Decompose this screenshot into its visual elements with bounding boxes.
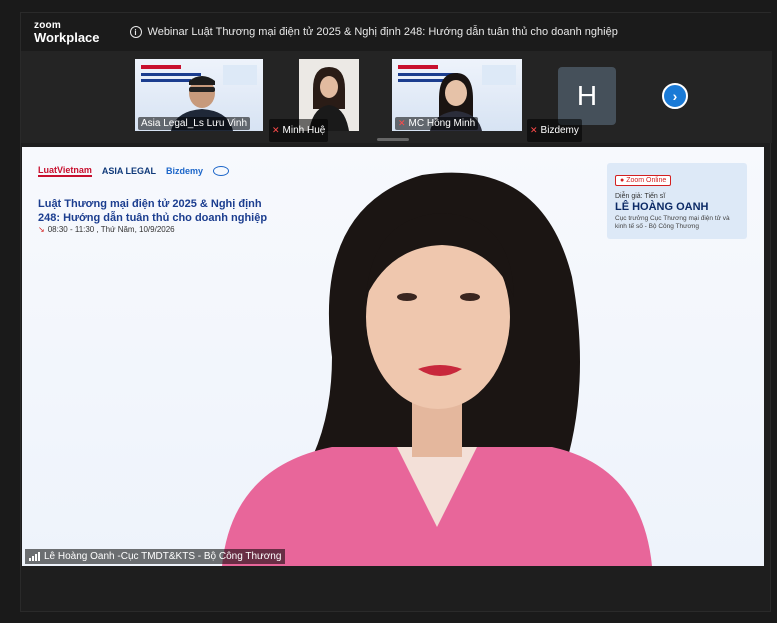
participant-name-text: Minh Huệ	[282, 125, 326, 136]
strip-resize-handle[interactable]	[377, 138, 409, 141]
next-page-button[interactable]: ›	[662, 83, 688, 109]
participant-name: ✕ MC Hồng Minh	[395, 117, 479, 130]
zoom-window: zoom Workplace i Webinar Luật Thương mại…	[20, 12, 772, 612]
participant-name-text: MC Hồng Minh	[408, 118, 476, 129]
zoom-workplace-logo: zoom Workplace	[34, 19, 100, 45]
brand-workplace: Workplace	[34, 29, 100, 45]
speaker-video	[222, 172, 652, 566]
meeting-info[interactable]: i Webinar Luật Thương mại điện tử 2025 &…	[129, 26, 618, 38]
avatar-letter: H	[576, 80, 598, 111]
meeting-title: Webinar Luật Thương mại điện tử 2025 & N…	[147, 26, 618, 38]
participant-strip: Asia Legal_Ls Lưu Vinh ✕ Minh Huệ ✕ MC H…	[21, 51, 772, 143]
participant-tile[interactable]: ✕ MC Hồng Minh	[392, 59, 522, 131]
bizdemy-logo: Bizdemy	[166, 166, 204, 176]
arrow-icon: ↘	[38, 225, 45, 234]
slide-time: ↘ 08:30 - 11:30 , Thứ Năm, 10/9/2026	[38, 225, 175, 234]
participant-avatar[interactable]: H	[558, 67, 616, 125]
participant-name: Asia Legal_Ls Lưu Vinh	[138, 117, 251, 130]
asia-legal-logo: ASIA LEGAL	[101, 166, 157, 176]
participant-name-text: Asia Legal_Ls Lưu Vinh	[141, 118, 248, 129]
participant-name-text: Bizdemy	[540, 125, 579, 136]
mic-muted-icon: ✕	[398, 118, 406, 128]
participant-name: ✕ Bizdemy	[527, 119, 582, 142]
slide-logos: LuatVietnam ASIA LEGAL Bizdemy	[38, 165, 230, 177]
luatvietnam-logo: LuatVietnam	[38, 165, 92, 177]
active-speaker-label: Lê Hoàng Oanh -Cục TMDT&KTS - Bộ Công Th…	[25, 549, 286, 564]
chevron-right-icon: ›	[672, 88, 678, 104]
brand-zoom: zoom	[34, 19, 61, 31]
active-speaker-name: Lê Hoàng Oanh -Cục TMDT&KTS - Bộ Công Th…	[44, 551, 282, 562]
active-speaker-view: LuatVietnam ASIA LEGAL Bizdemy Luật Thươ…	[22, 147, 764, 566]
info-icon[interactable]: i	[129, 26, 142, 38]
slide-time-text: 08:30 - 11:30 , Thứ Năm, 10/9/2026	[47, 225, 175, 234]
mic-muted-icon: ✕	[272, 125, 280, 135]
participant-tile[interactable]: Asia Legal_Ls Lưu Vinh	[135, 59, 263, 131]
signal-bars-icon	[29, 552, 40, 561]
title-bar: zoom Workplace i Webinar Luật Thương mại…	[21, 13, 772, 51]
mic-muted-icon: ✕	[530, 125, 538, 135]
participant-name: ✕ Minh Huệ	[269, 119, 329, 142]
